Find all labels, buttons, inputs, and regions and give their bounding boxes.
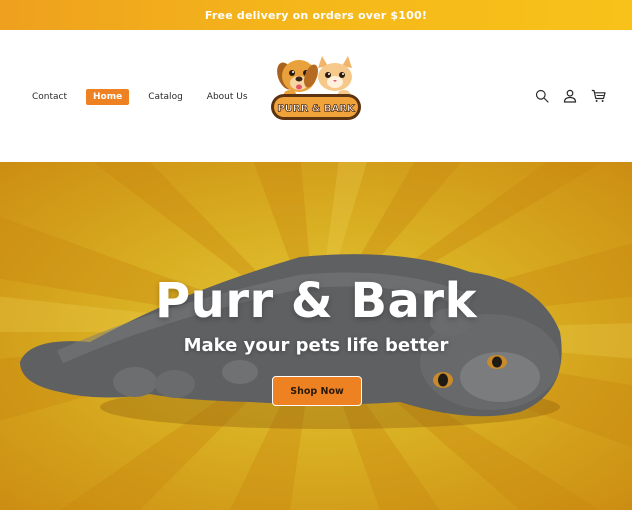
header-icons <box>522 88 606 104</box>
logo-text: PURR & BARK <box>277 104 356 115</box>
nav-catalog[interactable]: Catalog <box>143 89 188 105</box>
nav-contact[interactable]: Contact <box>32 89 72 105</box>
shop-now-button[interactable]: Shop Now <box>272 376 362 406</box>
cart-icon[interactable] <box>590 88 606 104</box>
nav-home[interactable]: Home <box>86 89 130 105</box>
announcement-text: Free delivery on orders over $100! <box>204 8 428 22</box>
account-icon[interactable] <box>562 88 578 104</box>
main-nav: Contact Home Catalog About Us <box>32 89 267 105</box>
nav-about-us[interactable]: About Us <box>202 89 253 105</box>
hero-banner: Purr & Bark Make your pets life better S… <box>0 162 632 510</box>
search-icon[interactable] <box>534 88 550 104</box>
site-logo[interactable]: PURR & BARK <box>266 54 366 126</box>
hero-subtitle: Make your pets life better <box>183 335 449 356</box>
site-header: Contact Home Catalog About Us PURR & BAR… <box>0 30 632 162</box>
hero-title: Purr & Bark <box>154 273 478 329</box>
announcement-bar: Free delivery on orders over $100! <box>0 0 632 30</box>
